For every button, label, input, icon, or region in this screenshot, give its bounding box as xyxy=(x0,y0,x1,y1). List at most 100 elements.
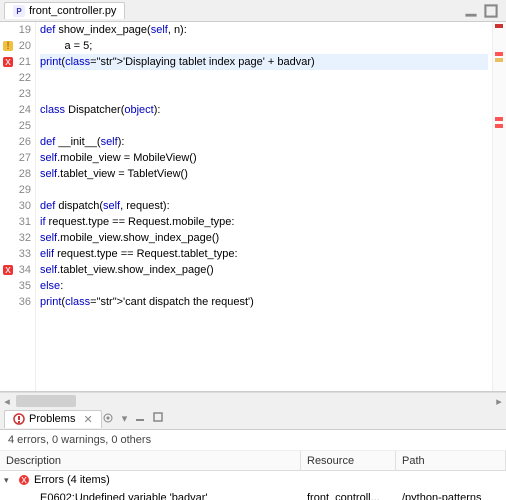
line-number: 35 xyxy=(19,280,31,292)
code-line[interactable]: if request.type == Request.mobile_type: xyxy=(40,214,488,230)
editor-tab[interactable]: P front_controller.py xyxy=(4,2,125,19)
code-line[interactable]: def dispatch(self, request): xyxy=(40,198,488,214)
menu-dropdown-icon[interactable]: ▾ xyxy=(122,412,128,425)
code-line[interactable]: elif request.type == Request.tablet_type… xyxy=(40,246,488,262)
editor-tab-bar: P front_controller.py xyxy=(0,0,506,22)
line-number: 22 xyxy=(19,72,31,84)
gutter-line: 26 xyxy=(0,134,35,150)
gutter-line: 30 xyxy=(0,198,35,214)
problem-resource: front_controll... xyxy=(301,489,396,500)
scroll-thumb[interactable] xyxy=(16,395,76,407)
code-line[interactable]: else: xyxy=(40,278,488,294)
code-line[interactable] xyxy=(40,70,488,86)
line-number: 25 xyxy=(19,120,31,132)
table-header: Description Resource Path xyxy=(0,451,506,471)
line-number: 33 xyxy=(19,248,31,260)
code-line[interactable]: print(class="str">'cant dispatch the req… xyxy=(40,294,488,310)
gutter-line: x 34 xyxy=(0,262,35,278)
column-header-path[interactable]: Path xyxy=(396,451,506,470)
code-line[interactable]: self.tablet_view.show_index_page() xyxy=(40,262,488,278)
warn-marker-icon[interactable]: ! xyxy=(2,40,14,52)
svg-text:!: ! xyxy=(6,40,9,52)
svg-text:x: x xyxy=(5,56,11,68)
overview-mark[interactable] xyxy=(495,24,503,28)
code-body[interactable]: def show_index_page(self, n): a = 5; pri… xyxy=(36,22,492,391)
gutter-line: 29 xyxy=(0,182,35,198)
editor-tab-label: front_controller.py xyxy=(29,5,116,17)
svg-text:x: x xyxy=(21,474,27,486)
error-marker-icon[interactable]: x xyxy=(2,56,14,68)
overview-mark[interactable] xyxy=(495,52,503,56)
error-badge-icon: x xyxy=(18,474,30,486)
line-number: 31 xyxy=(19,216,31,228)
horizontal-scrollbar[interactable]: ◂ ▸ xyxy=(0,392,506,408)
chevron-down-icon[interactable]: ▾ xyxy=(4,475,14,486)
scroll-left-icon[interactable]: ◂ xyxy=(0,393,14,409)
line-number: 20 xyxy=(19,40,31,52)
maximize-icon[interactable] xyxy=(153,412,163,425)
gutter-line: 32 xyxy=(0,230,35,246)
code-line[interactable]: self.tablet_view = TabletView() xyxy=(40,166,488,182)
line-number: 24 xyxy=(19,104,31,116)
problems-summary: 4 errors, 0 warnings, 0 others xyxy=(0,430,506,451)
code-line[interactable]: class Dispatcher(object): xyxy=(40,102,488,118)
code-line[interactable] xyxy=(40,118,488,134)
problem-row[interactable]: xE0602:Undefined variable 'badvar'front_… xyxy=(0,489,506,500)
line-number: 23 xyxy=(19,88,31,100)
problems-view-icon xyxy=(13,413,25,425)
line-number: 19 xyxy=(19,24,31,36)
maximize-icon[interactable] xyxy=(484,4,498,18)
code-line[interactable] xyxy=(40,182,488,198)
code-line[interactable] xyxy=(40,86,488,102)
minimize-icon[interactable] xyxy=(135,412,145,425)
column-header-resource[interactable]: Resource xyxy=(301,451,396,470)
errors-group-row[interactable]: ▾ x Errors (4 items) xyxy=(0,471,506,489)
errors-group-label: Errors (4 items) xyxy=(34,474,110,486)
gutter-line: 33 xyxy=(0,246,35,262)
gutter-line: 36 xyxy=(0,294,35,310)
gutter: 19! 20 x 21 22 23 24 25 26 27 28 29 30 31 32 33 x 34 35 36 xyxy=(0,22,36,391)
line-number: 26 xyxy=(19,136,31,148)
line-number: 34 xyxy=(19,264,31,276)
problems-table: Description Resource Path ▾ x Errors (4 … xyxy=(0,451,506,500)
problems-tab-bar: Problems ✕ ▾ xyxy=(0,408,506,430)
problems-tab[interactable]: Problems ✕ xyxy=(4,410,102,428)
line-number: 30 xyxy=(19,200,31,212)
line-number: 28 xyxy=(19,168,31,180)
code-editor[interactable]: 19!20x21222324252627282930313233x343536 … xyxy=(0,22,506,392)
line-number: 27 xyxy=(19,152,31,164)
gutter-line: ! 20 xyxy=(0,38,35,54)
gutter-line: 25 xyxy=(0,118,35,134)
gutter-line: 22 xyxy=(0,70,35,86)
gutter-line: x 21 xyxy=(0,54,35,70)
line-number: 36 xyxy=(19,296,31,308)
gutter-line: 19 xyxy=(0,22,35,38)
gutter-line: 28 xyxy=(0,166,35,182)
problem-description: E0602:Undefined variable 'badvar' xyxy=(40,492,207,500)
column-header-description[interactable]: Description xyxy=(0,451,301,470)
problems-tab-label: Problems xyxy=(29,413,75,425)
code-line[interactable]: def show_index_page(self, n): xyxy=(40,22,488,38)
gutter-line: 27 xyxy=(0,150,35,166)
minimize-icon[interactable] xyxy=(464,4,478,18)
overview-mark[interactable] xyxy=(495,117,503,121)
problem-path: /python-patterns xyxy=(396,489,506,500)
overview-mark[interactable] xyxy=(495,58,503,62)
close-icon[interactable]: ✕ xyxy=(79,413,92,426)
line-number: 21 xyxy=(19,56,31,68)
gutter-line: 24 xyxy=(0,102,35,118)
focus-icon[interactable] xyxy=(102,412,114,425)
svg-text:x: x xyxy=(5,264,11,276)
code-line[interactable]: a = 5; xyxy=(40,38,488,54)
code-line[interactable]: print(class="str">'Displaying tablet ind… xyxy=(40,54,488,70)
scroll-right-icon[interactable]: ▸ xyxy=(492,393,506,409)
overview-ruler[interactable] xyxy=(492,22,506,391)
code-line[interactable]: self.mobile_view = MobileView() xyxy=(40,150,488,166)
error-marker-icon[interactable]: x xyxy=(2,264,14,276)
python-file-icon: P xyxy=(13,5,25,17)
code-line[interactable]: self.mobile_view.show_index_page() xyxy=(40,230,488,246)
overview-mark[interactable] xyxy=(495,124,503,128)
code-line[interactable]: def __init__(self): xyxy=(40,134,488,150)
gutter-line: 31 xyxy=(0,214,35,230)
line-number: 29 xyxy=(19,184,31,196)
